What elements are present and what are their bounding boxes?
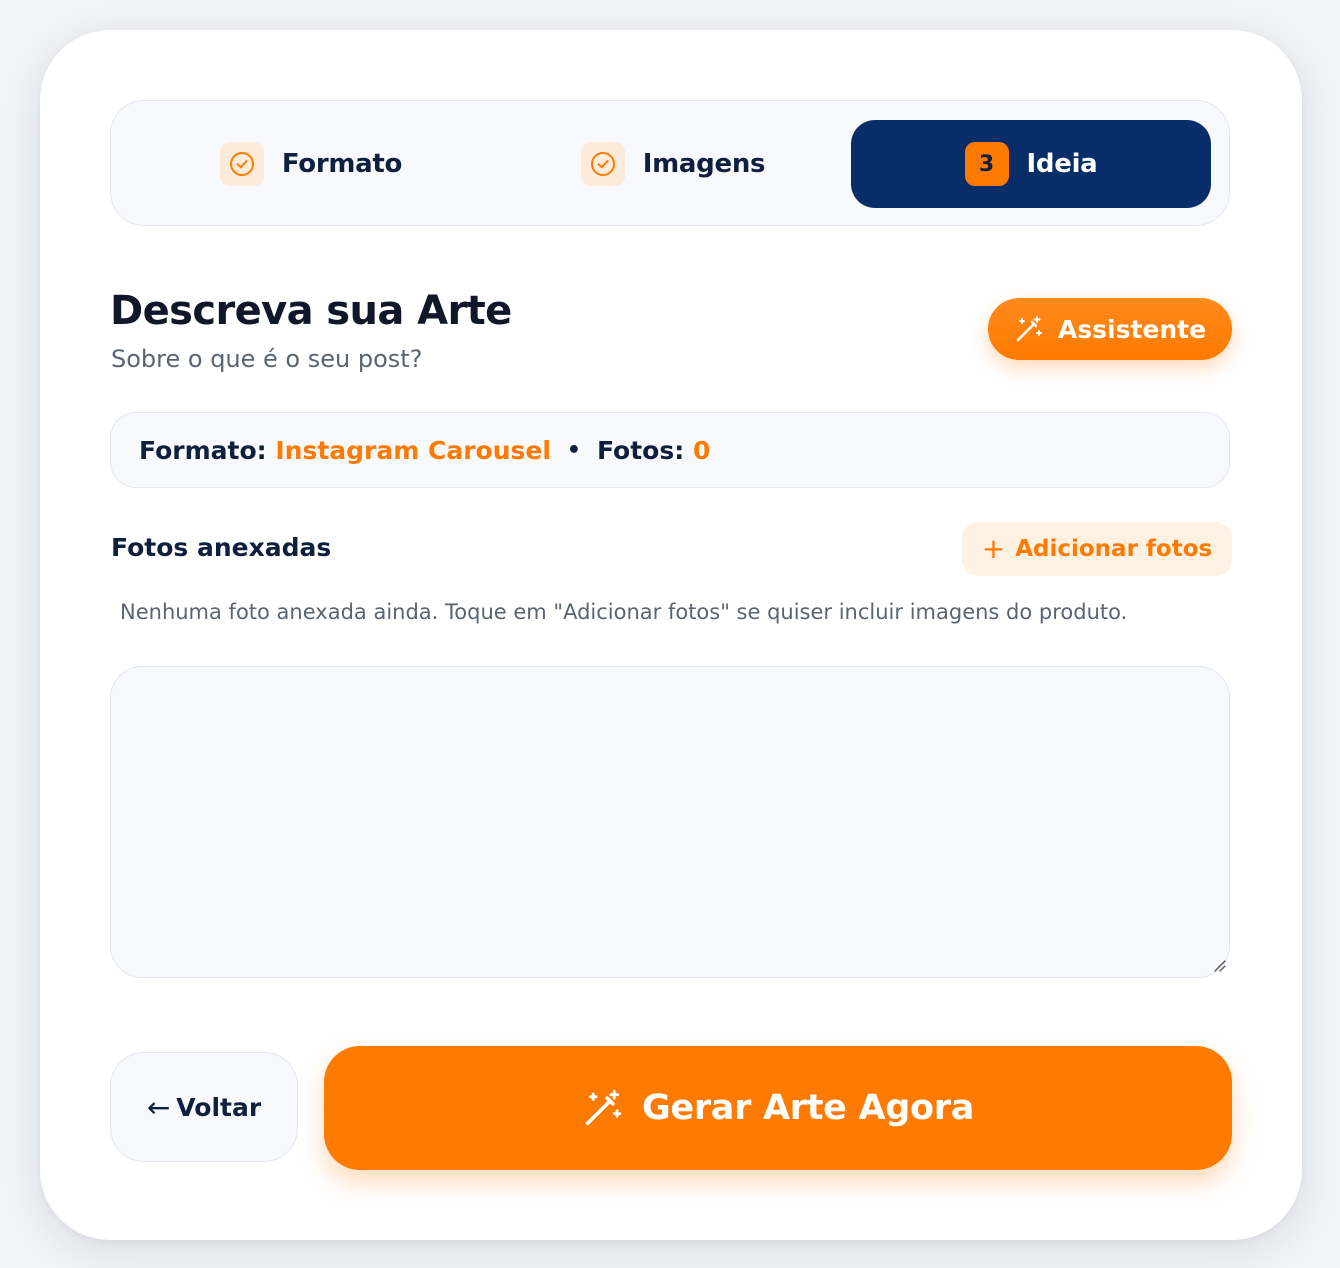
create-art-card: Formato Imagens 3 Ideia Descreva sua Art… [40, 30, 1302, 1240]
add-photos-button[interactable]: + Adicionar fotos [962, 522, 1232, 576]
assistant-button[interactable]: Assistente [988, 298, 1232, 360]
step-label: Formato [281, 149, 403, 179]
plus-icon: + [981, 532, 1006, 565]
check-circle-icon [580, 142, 625, 186]
format-label: Formato: [139, 435, 267, 465]
step-ideia[interactable]: 3 Ideia [851, 120, 1211, 208]
description-textarea[interactable] [110, 666, 1230, 978]
step-label: Imagens [642, 149, 766, 179]
generate-label: Gerar Arte Agora [641, 1088, 975, 1128]
attached-photos-label: Fotos anexadas [111, 533, 332, 562]
magic-wand-icon [585, 1089, 622, 1126]
page-subtitle: Sobre o que é o seu post? [111, 345, 423, 373]
step-formato[interactable]: Formato [211, 120, 411, 208]
resize-handle-icon[interactable] [1212, 958, 1226, 972]
magic-wand-icon [1016, 316, 1042, 342]
stepper: Formato Imagens 3 Ideia [110, 100, 1230, 226]
step-number-badge: 3 [964, 142, 1009, 186]
back-label: Voltar [176, 1092, 262, 1122]
step-label: Ideia [1026, 149, 1098, 179]
generate-art-button[interactable]: Gerar Arte Agora [324, 1046, 1232, 1170]
check-circle-icon [219, 142, 264, 186]
arrow-left-icon: ← [146, 1090, 171, 1124]
page-title: Descreva sua Arte [110, 288, 512, 334]
empty-photos-message: Nenhuma foto anexada ainda. Toque em "Ad… [120, 600, 1128, 624]
photos-count: 0 [692, 435, 711, 465]
format-value: Instagram Carousel [275, 435, 551, 465]
summary-bar: Formato: Instagram Carousel • Fotos: 0 [110, 412, 1230, 488]
step-imagens[interactable]: Imagens [573, 120, 773, 208]
photos-label: Fotos: [596, 435, 685, 465]
add-photos-label: Adicionar fotos [1015, 536, 1213, 562]
separator-dot: • [566, 437, 581, 463]
assistant-label: Assistente [1057, 314, 1207, 344]
back-button[interactable]: ← Voltar [110, 1052, 298, 1162]
